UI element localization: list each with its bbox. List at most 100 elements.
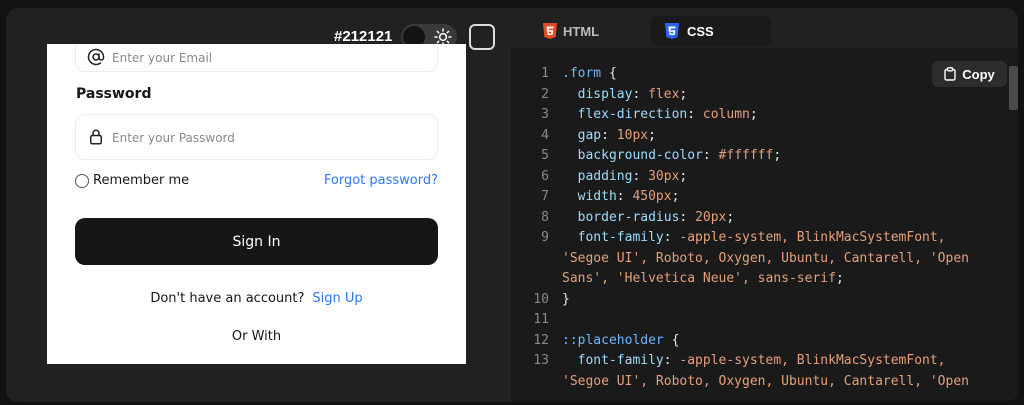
at-sign-icon [87, 48, 105, 66]
code-text: display: flex; [562, 86, 688, 102]
code-token: 450px [632, 189, 672, 204]
tab-html-label: HTML [563, 23, 600, 39]
code-line: 7 width: 450px; [511, 189, 991, 209]
password-input-container [75, 114, 438, 160]
code-token: #ffffff [718, 148, 774, 163]
forgot-password-link[interactable]: Forgot password? [324, 173, 438, 188]
code-token: ; [749, 107, 758, 122]
code-text: background-color: #ffffff; [562, 148, 782, 163]
line-number: 11 [533, 312, 549, 327]
code-text: .form { [562, 66, 617, 81]
tab-html[interactable]: HTML [531, 16, 641, 46]
code-token: : [601, 127, 617, 143]
code-editor[interactable]: 1 .form {2 display: flex; 3 flex-direction… [511, 48, 1018, 402]
transparent-background-toggle[interactable] [469, 24, 495, 50]
code-line: 5 background-color: #ffffff; [511, 148, 991, 168]
code-token: padding [562, 168, 633, 184]
copy-button-label: Copy [962, 66, 995, 82]
code-token: : [663, 230, 680, 245]
code-token: .form [562, 66, 602, 81]
or-with-text: Or With [231, 329, 282, 344]
css3-icon [665, 23, 679, 39]
code-line: 13 font-family: -apple-system, BlinkMacS… [511, 353, 991, 373]
signup-prompt: Don't have an account? [150, 291, 305, 306]
code-line: 1 .form { [511, 66, 991, 86]
code-token: ; [679, 168, 688, 184]
code-token: ; [773, 148, 782, 163]
code-token: : [702, 148, 719, 163]
code-text: font-family: -apple-system, BlinkMacSyst… [562, 353, 946, 368]
code-text: } [562, 292, 570, 307]
code-token: flex [648, 86, 680, 102]
line-number: 3 [541, 107, 549, 122]
code-line: 'Segoe UI', Roboto, Oxygen, Ubuntu, Cant… [511, 251, 991, 271]
code-line: 10} [511, 292, 991, 312]
code-token: : [616, 189, 633, 204]
code-token: 'Segoe UI', Roboto, Oxygen, Ubuntu, Cant… [562, 250, 969, 266]
code-token: font-family [562, 353, 664, 368]
sign-up-link[interactable]: Sign Up [312, 291, 362, 306]
email-input[interactable] [112, 48, 412, 68]
line-number: 5 [541, 148, 549, 163]
code-text: ::placeholder { [562, 333, 679, 348]
code-token: : [632, 168, 649, 184]
remember-me-radio[interactable] [75, 173, 89, 188]
line-number: 9 [541, 230, 549, 245]
line-number: 12 [533, 332, 549, 348]
signup-row: Don't have an account? Sign Up [47, 291, 466, 306]
line-number: 1 [541, 66, 549, 81]
code-line: 12::placeholder { [511, 333, 991, 353]
sign-in-button[interactable]: Sign In [75, 218, 438, 265]
code-line: 6 padding: 30px; [511, 169, 991, 189]
code-line: Sans', 'Helvetica Neue', sans-serif; [511, 271, 991, 291]
app-window: #212121 Password [6, 8, 1018, 402]
code-line: 3 flex-direction: column; [511, 107, 991, 127]
tab-css[interactable]: CSS [651, 16, 771, 46]
code-text: width: 450px; [562, 189, 680, 204]
code-text: padding: 30px; [562, 168, 688, 184]
line-number: 2 [541, 86, 549, 102]
code-token: ; [648, 127, 656, 143]
code-token: Sans', 'Helvetica Neue', sans-serif [562, 271, 836, 286]
code-token: flex-direction [562, 107, 688, 122]
code-token: { [601, 66, 617, 81]
code-token: ; [671, 189, 680, 204]
code-token: gap [562, 127, 602, 143]
code-token: { [663, 332, 680, 348]
code-token: ; [679, 86, 688, 102]
lock-icon [90, 129, 102, 145]
code-line: 8 border-radius: 20px; [511, 210, 991, 230]
code-token: 20px [695, 209, 727, 225]
code-text: flex-direction: column; [562, 107, 758, 122]
remember-me-label: Remember me [93, 173, 190, 188]
code-token: 'Segoe UI', Roboto, Oxygen, Ubuntu, Cant… [562, 373, 969, 389]
line-number: 13 [533, 353, 549, 368]
code-token: } [562, 291, 570, 307]
clipboard-icon [944, 67, 956, 81]
remember-me[interactable]: Remember me [75, 173, 189, 188]
code-scrollbar[interactable] [1009, 66, 1018, 110]
code-token: ; [726, 209, 735, 225]
code-token: : [687, 107, 703, 122]
code-token: ::placeholder [562, 332, 664, 348]
code-line: 4 gap: 10px; [511, 128, 991, 148]
line-number: 6 [541, 168, 549, 184]
preview-frame: Password Remember me Forgot password? Si… [47, 44, 466, 364]
code-token: : [663, 353, 680, 368]
line-number: 10 [533, 291, 549, 307]
code-text: border-radius: 20px; [562, 209, 735, 225]
tab-css-label: CSS [687, 23, 714, 39]
code-text: gap: 10px; [562, 128, 656, 143]
line-number: 4 [541, 127, 549, 143]
password-label: Password [76, 86, 152, 102]
code-text: 'Segoe UI', Roboto, Oxygen, Ubuntu, Cant… [562, 374, 969, 389]
code-text: 'Segoe UI', Roboto, Oxygen, Ubuntu, Cant… [562, 251, 969, 266]
copy-button[interactable]: Copy [932, 61, 1007, 87]
password-input[interactable] [112, 128, 412, 148]
code-line: 11 [511, 312, 991, 332]
code-text: font-family: -apple-system, BlinkMacSyst… [562, 230, 946, 245]
code-token: -apple-system, BlinkMacSystemFont, [679, 230, 946, 245]
line-number: 8 [541, 209, 549, 225]
code-token: : [632, 86, 649, 102]
code-token: : [679, 209, 696, 225]
